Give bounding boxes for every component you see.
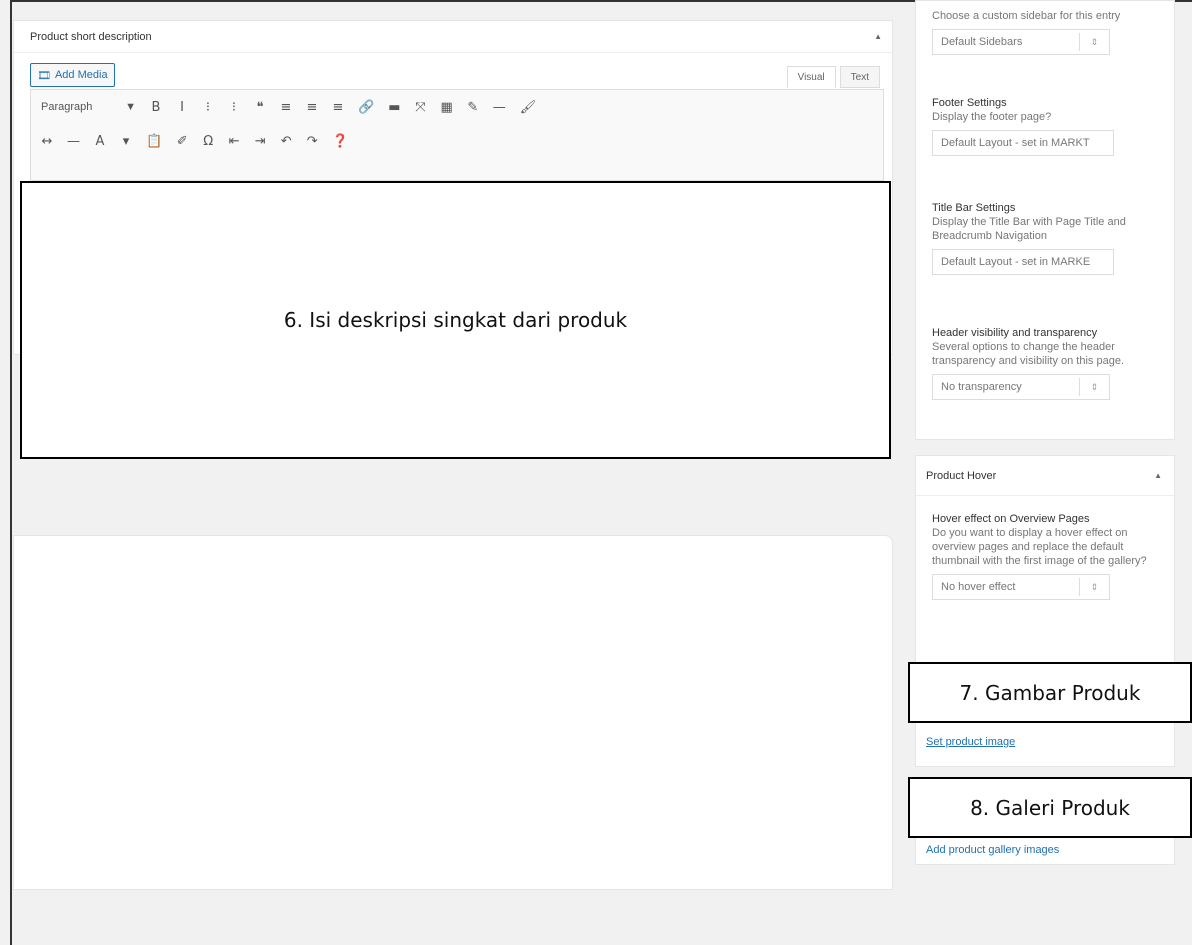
select-arrow-icon: ⇕ xyxy=(1079,578,1109,596)
read-more-button[interactable]: ▬ xyxy=(388,100,400,115)
footer-select-value: Default Layout - set in MARKT xyxy=(941,137,1090,149)
footer-title: Footer Settings xyxy=(932,97,1007,109)
box-header[interactable]: Product short description ▲ xyxy=(14,21,892,53)
toolbar-row-2: ↔ — A ▾ 📋 ✐ Ω ⇤ ⇥ ↶ ↷ ❓ xyxy=(31,124,883,158)
fullscreen-button[interactable]: ⤧ xyxy=(414,100,426,115)
divider-button[interactable]: — xyxy=(493,100,506,115)
blockquote-button[interactable]: ❝ xyxy=(254,100,266,115)
indent-button[interactable]: ⇥ xyxy=(254,134,266,149)
text-color-button[interactable]: A xyxy=(94,134,106,149)
hover-effect-section: Hover effect on Overview Pages Do you wa… xyxy=(932,512,1162,600)
footer-section: Footer Settings Display the footer page?… xyxy=(932,96,1160,156)
annotation-product-gallery: 8. Galeri Produk xyxy=(908,777,1192,838)
editor-tabs: Visual Text xyxy=(786,66,880,88)
empty-panel xyxy=(13,535,893,890)
annotation-product-image: 7. Gambar Produk xyxy=(908,662,1192,723)
product-hover-title: Product Hover xyxy=(926,469,997,482)
tab-text[interactable]: Text xyxy=(839,66,880,88)
toolbar-row-1: Paragraph ▼ B I ⁝ ⁝ ❝ ≡ ≡ ≡ 🔗 ▬ ⤧ ▦ ✎ — … xyxy=(31,90,883,124)
sidebar-desc: Choose a custom sidebar for this entry xyxy=(932,10,1121,22)
tab-visual[interactable]: Visual xyxy=(786,66,836,88)
help-button[interactable]: ❓ xyxy=(332,134,348,149)
italic-button[interactable]: I xyxy=(176,100,188,115)
set-product-image-link[interactable]: Set product image xyxy=(926,736,1015,748)
sidebar-section: Choose a custom sidebar for this entry D… xyxy=(932,9,1160,55)
chevron-down-icon: ▼ xyxy=(125,101,136,113)
horizontal-line-button[interactable]: — xyxy=(67,134,80,149)
footer-select[interactable]: Default Layout - set in MARKT xyxy=(932,130,1114,156)
strikethrough-button[interactable]: ↔ xyxy=(41,134,53,149)
add-media-label: Add Media xyxy=(54,69,108,81)
add-media-button[interactable]: 🎞 Add Media xyxy=(30,63,115,87)
header-desc: Several options to change the header tra… xyxy=(932,341,1124,367)
align-left-button[interactable]: ≡ xyxy=(280,100,292,115)
undo-button[interactable]: ↶ xyxy=(280,134,292,149)
sidebar-select[interactable]: Default Sidebars ⇕ xyxy=(932,29,1110,55)
bullet-list-button[interactable]: ⁝ xyxy=(202,100,214,115)
format-select[interactable]: Paragraph ▼ xyxy=(41,101,136,113)
select-arrow-icon: ⇕ xyxy=(1079,33,1109,51)
color-picker-button[interactable]: 🖌 xyxy=(520,100,537,115)
header-select-value: No transparency xyxy=(941,381,1022,393)
box-title: Product short description xyxy=(30,30,152,43)
format-select-value: Paragraph xyxy=(41,101,93,113)
hover-effect-select-value: No hover effect xyxy=(941,581,1016,593)
titlebar-title: Title Bar Settings xyxy=(932,202,1016,214)
special-character-button[interactable]: Ω xyxy=(202,134,214,149)
annotation-short-description: 6. Isi deskripsi singkat dari produk xyxy=(20,181,891,459)
collapse-toggle-icon[interactable]: ▲ xyxy=(1154,471,1162,480)
sidebar-select-value: Default Sidebars xyxy=(941,36,1023,48)
titlebar-desc: Display the Title Bar with Page Title an… xyxy=(932,216,1126,242)
text-color-dropdown-icon[interactable]: ▾ xyxy=(120,134,132,149)
media-icon: 🎞 xyxy=(37,69,51,82)
hover-effect-desc: Do you want to display a hover effect on… xyxy=(932,527,1147,567)
redo-button[interactable]: ↷ xyxy=(306,134,318,149)
toolbar-toggle-button[interactable]: ▦ xyxy=(440,100,452,115)
bold-button[interactable]: B xyxy=(150,100,162,115)
numbered-list-button[interactable]: ⁝ xyxy=(228,100,240,115)
titlebar-select[interactable]: Default Layout - set in MARKE xyxy=(932,249,1114,275)
outdent-button[interactable]: ⇤ xyxy=(228,134,240,149)
hover-effect-select[interactable]: No hover effect ⇕ xyxy=(932,574,1110,600)
header-title: Header visibility and transparency xyxy=(932,327,1098,339)
paste-text-button[interactable]: 📋 xyxy=(146,134,162,149)
select-arrow-icon: ⇕ xyxy=(1079,378,1109,396)
shortcode-button[interactable]: ✎ xyxy=(467,100,479,115)
hover-effect-title: Hover effect on Overview Pages xyxy=(932,513,1090,525)
align-center-button[interactable]: ≡ xyxy=(306,100,318,115)
page-settings-box: Choose a custom sidebar for this entry D… xyxy=(915,0,1175,440)
editor-toolbar: Paragraph ▼ B I ⁝ ⁝ ❝ ≡ ≡ ≡ 🔗 ▬ ⤧ ▦ ✎ — … xyxy=(30,89,884,181)
footer-desc: Display the footer page? xyxy=(932,111,1052,123)
insert-link-button[interactable]: 🔗 xyxy=(358,100,374,115)
header-section: Header visibility and transparency Sever… xyxy=(932,326,1160,400)
product-hover-header[interactable]: Product Hover ▲ xyxy=(916,456,1174,496)
titlebar-section: Title Bar Settings Display the Title Bar… xyxy=(932,201,1160,275)
clear-formatting-button[interactable]: ✐ xyxy=(176,134,188,149)
collapse-toggle-icon[interactable]: ▲ xyxy=(874,32,882,41)
titlebar-select-value: Default Layout - set in MARKE xyxy=(941,256,1091,268)
align-right-button[interactable]: ≡ xyxy=(332,100,344,115)
header-select[interactable]: No transparency ⇕ xyxy=(932,374,1110,400)
add-gallery-images-link[interactable]: Add product gallery images xyxy=(926,844,1059,856)
